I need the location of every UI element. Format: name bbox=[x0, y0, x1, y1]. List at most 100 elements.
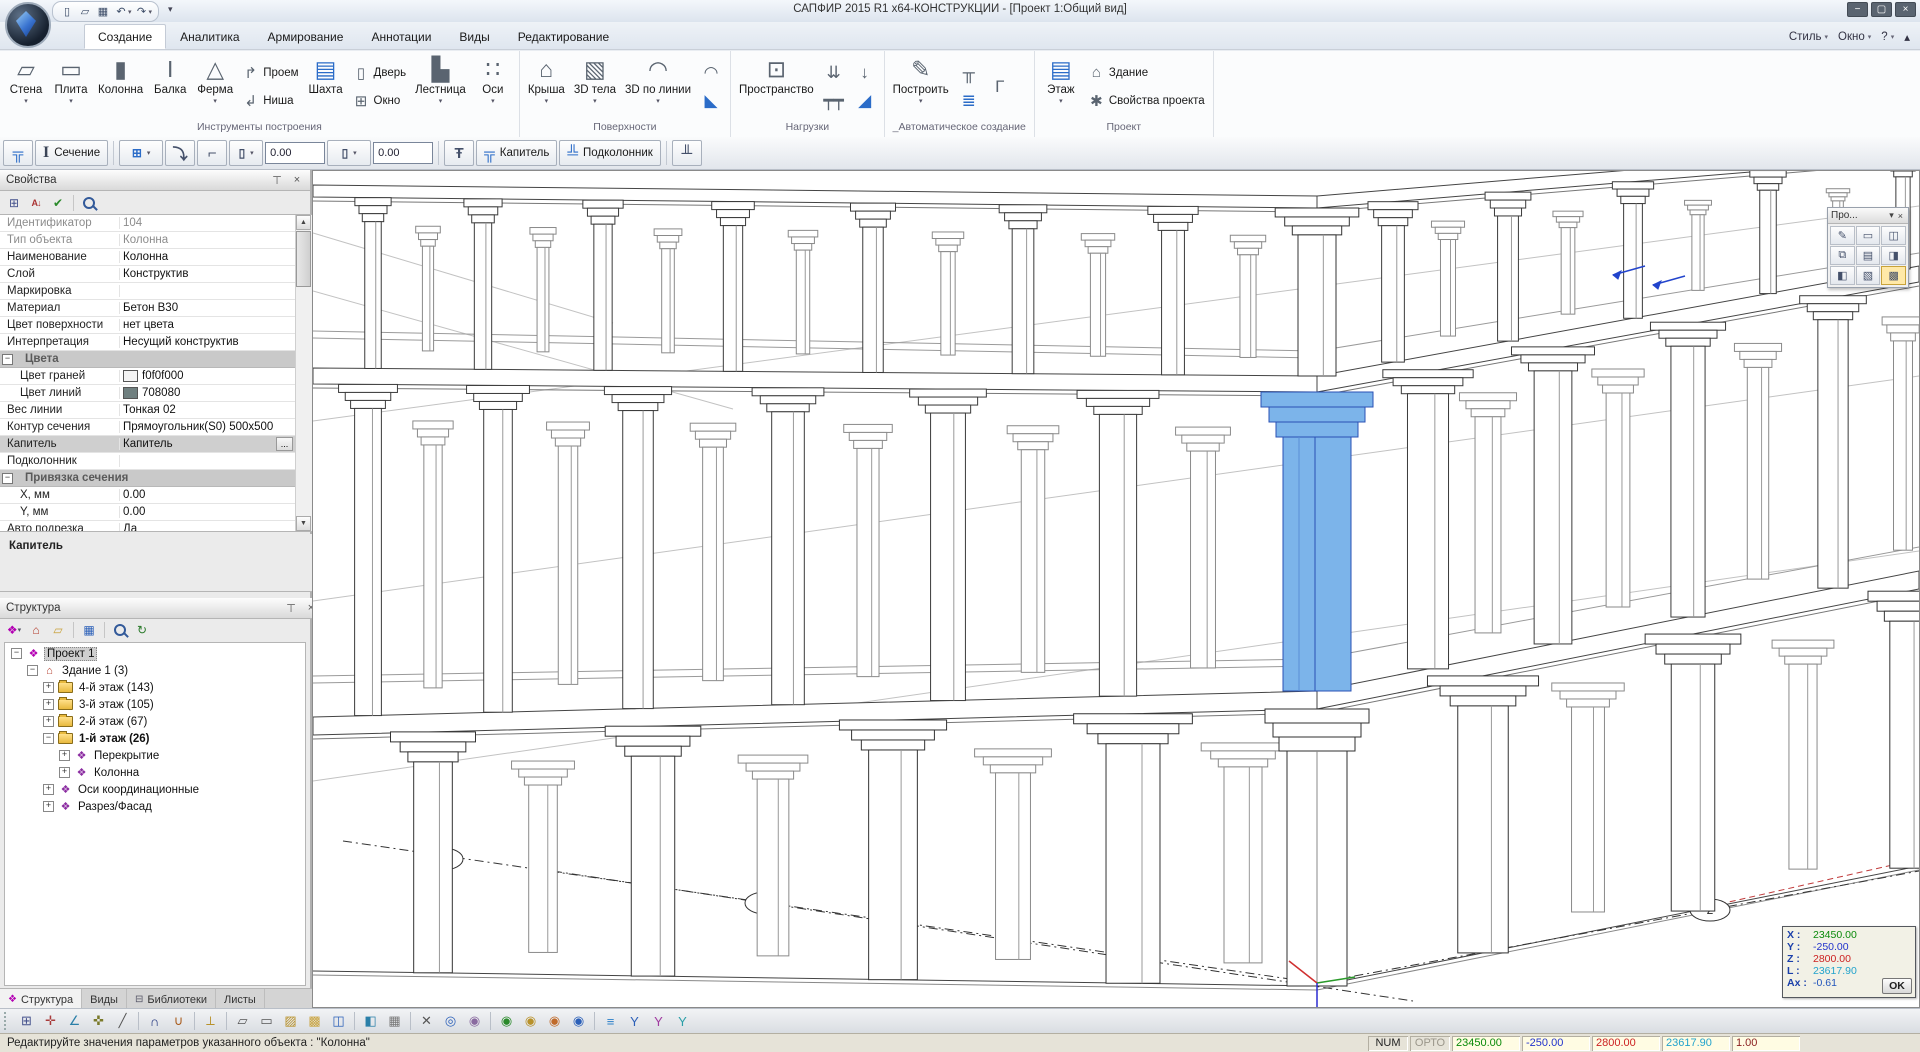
expand-icon[interactable]: + bbox=[59, 767, 70, 778]
expand-icon[interactable]: + bbox=[43, 682, 54, 693]
sort-az-icon[interactable]: A↓ bbox=[26, 194, 46, 213]
render-mode-button[interactable]: ▩ bbox=[1881, 266, 1906, 285]
scroll-up-icon[interactable]: ▲ bbox=[296, 215, 311, 230]
column-mode-button[interactable]: ╦ bbox=[3, 140, 33, 166]
scrollbar-thumb[interactable] bbox=[296, 231, 311, 287]
panel-tab-листы[interactable]: Листы bbox=[216, 989, 265, 1008]
property-value[interactable]: Колонна bbox=[120, 234, 296, 246]
menu-help[interactable]: ?▾ bbox=[1881, 31, 1894, 43]
clip-icon[interactable]: ✕ bbox=[415, 1011, 438, 1031]
pin-height-button[interactable]: Ŧ bbox=[444, 140, 474, 166]
property-value[interactable]: Прямоугольник(S0) 500x500 bbox=[120, 421, 296, 433]
property-value[interactable]: Бетон B30 bbox=[120, 302, 296, 314]
collapse-icon[interactable]: − bbox=[2, 473, 13, 484]
visibility-off-icon[interactable]: ◉ bbox=[567, 1011, 590, 1031]
ribbon-button-stairs[interactable]: ▙Лестница▾ bbox=[412, 54, 469, 120]
corbel-icon[interactable]: ◣ bbox=[697, 91, 725, 111]
snap-angle-icon[interactable]: ∠ bbox=[63, 1011, 86, 1031]
dome-icon[interactable]: ◠ bbox=[697, 63, 725, 83]
property-row[interactable]: Тип объектаКолонна bbox=[0, 232, 296, 249]
zoom-extents-button[interactable]: ▤ bbox=[1856, 246, 1881, 265]
pin-icon[interactable]: ⊤ bbox=[284, 602, 298, 615]
tree-item[interactable]: +2-й этаж (67) bbox=[5, 713, 305, 730]
tab-армирование[interactable]: Армирование bbox=[254, 24, 358, 49]
magnet-on-icon[interactable]: ∩ bbox=[143, 1011, 166, 1031]
property-row[interactable]: Подколонник bbox=[0, 453, 296, 470]
filter-check-icon[interactable]: ✔ bbox=[48, 194, 68, 213]
collapse-ribbon-icon[interactable]: ▴ bbox=[1904, 30, 1910, 44]
panel-tab-библиотеки[interactable]: ⊟Библиотеки bbox=[127, 989, 216, 1008]
tree-item[interactable]: +3-й этаж (105) bbox=[5, 696, 305, 713]
view-wireframe-icon[interactable]: ▱ bbox=[231, 1011, 254, 1031]
property-row[interactable]: Цвет линий708080 bbox=[0, 385, 296, 402]
offset-x-field[interactable]: 0.00 bbox=[265, 142, 325, 164]
find-icon[interactable] bbox=[110, 621, 130, 640]
view-section-icon[interactable]: ◫ bbox=[327, 1011, 350, 1031]
align-section-button[interactable]: ⌐ bbox=[197, 140, 227, 166]
ribbon-button-opening[interactable]: ↱Проем bbox=[239, 63, 301, 83]
property-row[interactable]: Вес линииТонкая 02 bbox=[0, 402, 296, 419]
categorize-icon[interactable]: ⊞ bbox=[4, 194, 24, 213]
expand-icon[interactable]: + bbox=[43, 699, 54, 710]
ribbon-button-shaft[interactable]: ▤Шахта bbox=[305, 54, 347, 120]
property-value[interactable]: Тонкая 02 bbox=[120, 404, 296, 416]
close-button[interactable]: × bbox=[1895, 2, 1916, 17]
crane-icon[interactable]: Γ bbox=[986, 77, 1014, 97]
property-value[interactable]: Да bbox=[120, 523, 296, 532]
zoom-window-button[interactable]: ⧉ bbox=[1830, 246, 1855, 265]
expand-icon[interactable]: + bbox=[43, 784, 54, 795]
property-row[interactable]: МатериалБетон B30 bbox=[0, 300, 296, 317]
collapse-icon[interactable]: − bbox=[2, 354, 13, 365]
property-row[interactable]: −Привязка сечения bbox=[0, 470, 296, 487]
property-row[interactable]: −Цвета bbox=[0, 351, 296, 368]
offset-y-field[interactable]: 0.00 bbox=[373, 142, 433, 164]
property-value[interactable]: 0.00 bbox=[120, 506, 296, 518]
ribbon-button-building[interactable]: ⌂Здание bbox=[1085, 63, 1208, 82]
ribbon-button-window[interactable]: ⊞Окно bbox=[350, 91, 410, 111]
tab-аннотации[interactable]: Аннотации bbox=[357, 24, 445, 49]
ribbon-button-wall[interactable]: ▱Стена▾ bbox=[5, 54, 47, 120]
ribbon-button-sweep-3d[interactable]: ◠3D по линии▾ bbox=[622, 54, 694, 120]
insertion-point-button[interactable]: ⊞▾ bbox=[119, 140, 163, 166]
search-icon[interactable] bbox=[79, 194, 99, 213]
grid-view-icon[interactable]: ▦ bbox=[79, 621, 99, 640]
ribbon-button-build-trowel[interactable]: ✎Построить▾ bbox=[890, 54, 952, 120]
capital-button[interactable]: ╦Капитель bbox=[476, 140, 557, 166]
ok-button[interactable]: OK bbox=[1882, 978, 1912, 994]
ribbon-button-space[interactable]: ⊡Пространство bbox=[736, 54, 817, 120]
property-value[interactable]: Несущий конструктив bbox=[120, 336, 296, 348]
side-view-button[interactable]: ◧ bbox=[1830, 266, 1855, 285]
ribbon-button-roof[interactable]: ⌂Крыша▾ bbox=[525, 54, 568, 120]
tab-создание[interactable]: Создание bbox=[84, 24, 166, 49]
section-button[interactable]: IСечение bbox=[35, 140, 108, 166]
property-row[interactable]: СлойКонструктив bbox=[0, 266, 296, 283]
front-view-button[interactable]: ◨ bbox=[1881, 246, 1906, 265]
visibility-layer-icon[interactable]: ◉ bbox=[519, 1011, 542, 1031]
property-value[interactable]: Капитель... bbox=[120, 437, 296, 451]
ribbon-button-beam[interactable]: ΙБалка bbox=[149, 54, 191, 120]
filter-type-icon[interactable]: Y bbox=[623, 1011, 646, 1031]
ribbon-button-project-properties[interactable]: ✱Свойства проекта bbox=[1085, 91, 1208, 111]
ribbon-button-storey[interactable]: ▤Этаж▾ bbox=[1040, 54, 1082, 120]
grid-table-icon[interactable]: ▦ bbox=[383, 1011, 406, 1031]
status-toggle-num[interactable]: NUM bbox=[1368, 1036, 1408, 1051]
layers-icon[interactable]: ≡ bbox=[599, 1011, 622, 1031]
visibility-all-icon[interactable]: ◉ bbox=[495, 1011, 518, 1031]
magnet-off-icon[interactable]: ∪ bbox=[167, 1011, 190, 1031]
slab-load-icon[interactable]: ◢ bbox=[851, 91, 879, 111]
expand-icon[interactable]: + bbox=[43, 801, 54, 812]
minimize-button[interactable]: − bbox=[1847, 2, 1868, 17]
property-row[interactable]: Y, мм0.00 bbox=[0, 504, 296, 521]
ribbon-button-slab[interactable]: ▭Плита▾ bbox=[50, 54, 92, 120]
rotate-section-button[interactable]: ⤵ bbox=[165, 140, 195, 166]
ucs-axis-icon[interactable]: ⟂ bbox=[199, 1011, 222, 1031]
status-toggle-орто[interactable]: ОРТО bbox=[1410, 1036, 1450, 1051]
app-logo-button[interactable] bbox=[5, 2, 51, 48]
view-hidden-icon[interactable]: ▭ bbox=[255, 1011, 278, 1031]
offset-x-combo[interactable]: ▯▾ bbox=[229, 140, 263, 166]
view-textured-icon[interactable]: ▩ bbox=[303, 1011, 326, 1031]
tree-item[interactable]: −1-й этаж (26) bbox=[5, 730, 305, 747]
maximize-button[interactable]: ▢ bbox=[1871, 2, 1892, 17]
property-row[interactable]: Идентификатор104 bbox=[0, 215, 296, 232]
tree-item[interactable]: +❖Оси координационные bbox=[5, 781, 305, 798]
